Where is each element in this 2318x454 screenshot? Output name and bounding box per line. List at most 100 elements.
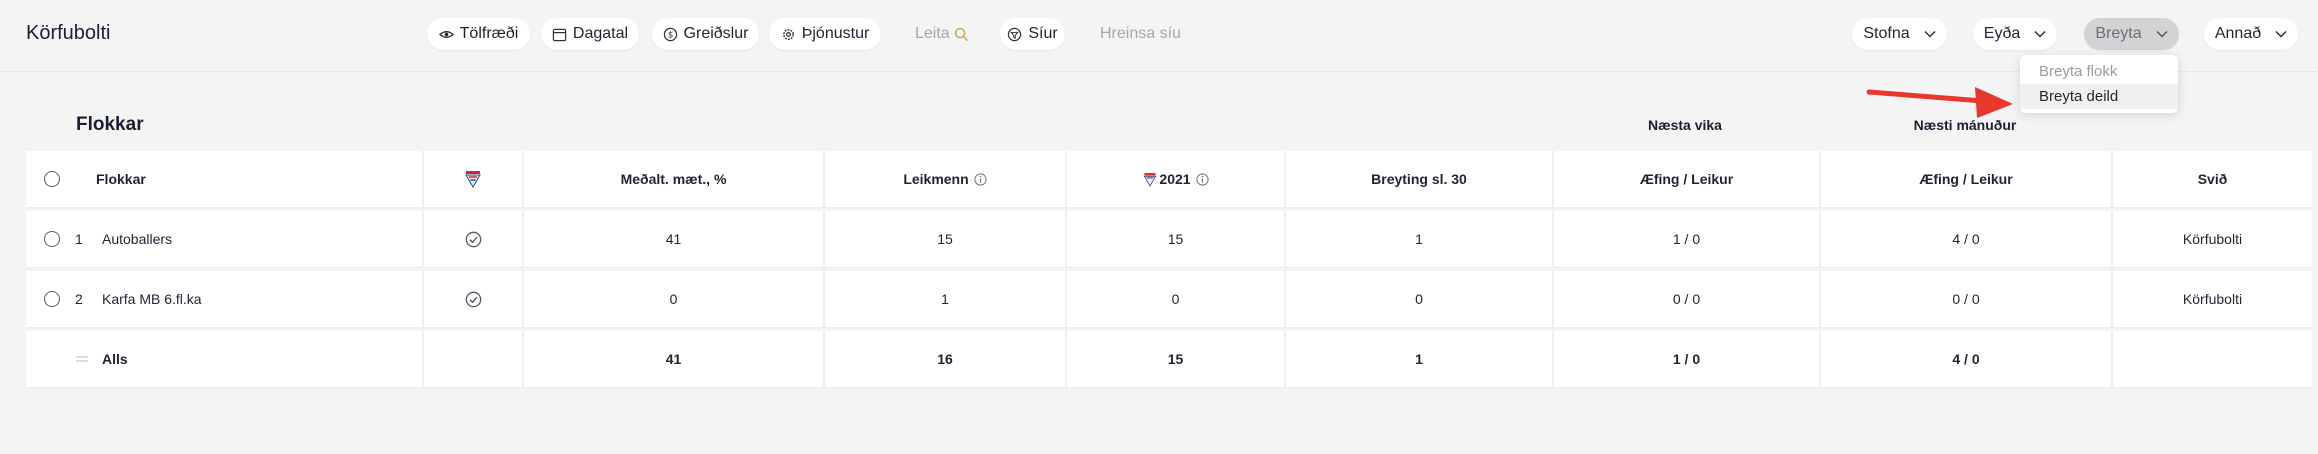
chevron-down-icon: [2275, 30, 2287, 38]
total-label-cell: Alls: [26, 331, 422, 387]
chevron-down-icon: [2156, 30, 2168, 38]
table-header-row: Flokkar Meðalt. mæt., % Leikmenn 2021 Br: [26, 151, 2312, 207]
search-icon: [954, 27, 968, 41]
search-label: Leita: [915, 25, 950, 42]
chevron-down-icon: [1924, 30, 1936, 38]
next-week-header: Næsta vika: [1648, 117, 1722, 133]
row-status: [422, 271, 522, 327]
payments-button[interactable]: $ Greiðslur: [652, 18, 759, 50]
row-category: 2 Karfa MB 6.fl.ka: [26, 271, 422, 327]
info-icon[interactable]: [974, 172, 987, 186]
table-row[interactable]: 1 Autoballers 41 15 15 1 1 / 0 4 / 0 Kör…: [26, 211, 2312, 267]
page-title: Flokkar: [76, 114, 144, 135]
clear-filter-label: Hreinsa síu: [1100, 25, 1181, 42]
header-month: Æfing / Leikur: [1819, 151, 2111, 207]
row-status: [422, 211, 522, 267]
header-year: 2021: [1065, 151, 1284, 207]
check-circle-icon: [465, 291, 481, 307]
club-logo-icon: [465, 171, 481, 188]
calendar-button[interactable]: Dagatal: [541, 18, 639, 50]
row-category: 1 Autoballers: [26, 211, 422, 267]
row-select-radio[interactable]: [44, 231, 60, 247]
statistics-button[interactable]: Tölfræði: [427, 18, 530, 50]
filter-button[interactable]: Síur: [1000, 18, 1065, 50]
svg-text:$: $: [667, 29, 672, 39]
edit-menu: Breyta flokk Breyta deild: [2020, 55, 2178, 113]
categories-table: Flokkar Meðalt. mæt., % Leikmenn 2021 Br: [26, 151, 2312, 391]
header-svid: Svið: [2111, 151, 2312, 207]
chevron-down-icon: [2034, 30, 2046, 38]
filter-label: Síur: [1028, 25, 1058, 42]
row-year: 15: [1065, 211, 1284, 267]
row-index: 2: [75, 291, 83, 307]
club-logo-icon: [1144, 172, 1157, 187]
row-name[interactable]: Karfa MB 6.fl.ka: [102, 291, 202, 307]
other-dropdown[interactable]: Annað: [2204, 18, 2298, 50]
payments-label: Greiðslur: [683, 25, 749, 42]
app-title: Körfubolti: [26, 22, 111, 44]
menu-item-edit-category[interactable]: Breyta flokk: [2020, 59, 2178, 84]
total-change: 1: [1284, 331, 1552, 387]
calendar-label: Dagatal: [572, 25, 629, 42]
row-svid: Körfubolti: [2111, 211, 2312, 267]
statistics-label: Tölfræði: [459, 25, 519, 42]
header-week: Æfing / Leikur: [1552, 151, 1819, 207]
header-flokkar: Flokkar: [26, 151, 422, 207]
row-year: 0: [1065, 271, 1284, 327]
header-logo: [422, 151, 522, 207]
header-flokkar-label: Flokkar: [96, 171, 146, 187]
create-label: Stofna: [1863, 25, 1910, 42]
info-icon[interactable]: [1195, 172, 1209, 186]
header-mean: Meðalt. mæt., %: [522, 151, 823, 207]
services-button[interactable]: Þjónustur: [769, 18, 881, 50]
clear-filter-button[interactable]: Hreinsa síu: [1100, 18, 1181, 50]
check-circle-icon: [465, 231, 481, 247]
filter-icon: [1008, 27, 1022, 41]
eye-icon: [438, 30, 454, 38]
edit-dropdown[interactable]: Breyta: [2084, 18, 2179, 50]
search-button[interactable]: Leita: [915, 18, 969, 50]
other-label: Annað: [2214, 25, 2262, 42]
delete-dropdown[interactable]: Eyða: [1973, 18, 2057, 50]
total-year: 15: [1065, 331, 1284, 387]
total-players: 16: [823, 331, 1065, 387]
coin-icon: $: [663, 27, 677, 41]
table-row[interactable]: 2 Karfa MB 6.fl.ka 0 1 0 0 0 / 0 0 / 0 K…: [26, 271, 2312, 327]
gear-icon: [782, 28, 794, 40]
row-players: 1: [823, 271, 1065, 327]
header-year-label: 2021: [1159, 171, 1191, 187]
row-players: 15: [823, 211, 1065, 267]
create-dropdown[interactable]: Stofna: [1852, 18, 1947, 50]
top-bar: Körfubolti Tölfræði Dagatal $ Greiðslur …: [0, 0, 2318, 72]
arrow-icon: [1866, 87, 2013, 118]
table-total-row: Alls 41 16 15 1 1 / 0 4 / 0: [26, 331, 2312, 387]
row-name[interactable]: Autoballers: [102, 231, 172, 247]
row-index: 1: [75, 231, 83, 247]
total-svid: [2111, 331, 2312, 387]
total-mean: 41: [522, 331, 823, 387]
menu-item-edit-department[interactable]: Breyta deild: [2020, 84, 2178, 109]
header-players-label: Leikmenn: [903, 171, 969, 187]
row-change: 1: [1284, 211, 1552, 267]
services-label: Þjónustur: [801, 25, 870, 42]
header-change: Breyting sl. 30: [1284, 151, 1552, 207]
select-all-radio[interactable]: [44, 171, 60, 187]
calendar-icon: [552, 28, 567, 41]
total-label: Alls: [102, 351, 128, 367]
row-mean: 0: [522, 271, 823, 327]
row-month: 0 / 0: [1819, 271, 2111, 327]
header-players: Leikmenn: [823, 151, 1065, 207]
row-select-radio[interactable]: [44, 291, 60, 307]
row-svid: Körfubolti: [2111, 271, 2312, 327]
row-week: 1 / 0: [1552, 211, 1819, 267]
row-change: 0: [1284, 271, 1552, 327]
row-week: 0 / 0: [1552, 271, 1819, 327]
row-mean: 41: [522, 211, 823, 267]
total-week: 1 / 0: [1552, 331, 1819, 387]
delete-label: Eyða: [1983, 25, 2021, 42]
edit-label: Breyta: [2095, 25, 2142, 42]
equals-icon: [76, 356, 88, 362]
row-month: 4 / 0: [1819, 211, 2111, 267]
total-status: [422, 331, 522, 387]
total-month: 4 / 0: [1819, 331, 2111, 387]
